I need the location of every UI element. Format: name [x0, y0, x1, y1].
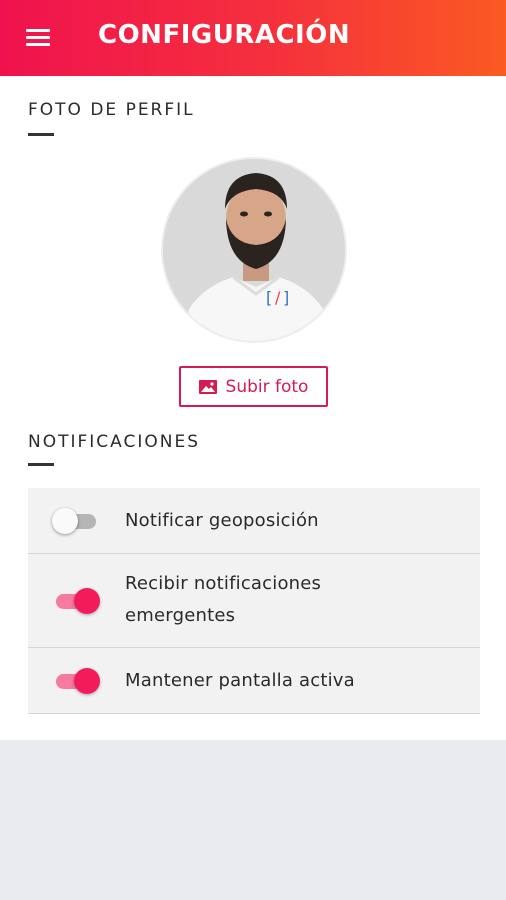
settings-content: FOTO DE PERFIL [ / ] Subir foto NOTIFICA… [0, 76, 506, 740]
upload-button-label: Subir foto [225, 376, 309, 397]
svg-text:[: [ [266, 288, 272, 307]
section-underline [28, 133, 54, 136]
profile-avatar: [ / ] [161, 157, 347, 343]
upload-photo-button[interactable]: Subir foto [179, 366, 328, 407]
toggle-popup-notifications[interactable] [52, 588, 100, 614]
image-icon [198, 379, 217, 394]
setting-label: Notificar geoposición [125, 510, 319, 531]
setting-row-keep-screen-on: Mantener pantalla activa [28, 648, 480, 714]
setting-row-geoposition: Notificar geoposición [28, 488, 480, 554]
setting-label: Recibir notificaciones emergentes [125, 573, 322, 626]
svg-text:]: ] [283, 288, 289, 307]
notifications-section-title: NOTIFICACIONES [28, 432, 201, 452]
setting-label: Mantener pantalla activa [125, 670, 355, 691]
svg-text:/: / [275, 288, 281, 307]
page-title: CONFIGURACIÓN [98, 20, 351, 50]
profile-photo-image: [ / ] [163, 159, 345, 341]
notifications-list: Notificar geoposición Recibir notificaci… [28, 488, 480, 714]
section-underline [28, 463, 54, 466]
app-bar: CONFIGURACIÓN [0, 0, 506, 76]
menu-icon[interactable] [26, 29, 50, 47]
setting-row-popup-notifications: Recibir notificaciones emergentes [28, 554, 480, 648]
toggle-geoposition[interactable] [52, 508, 100, 534]
toggle-keep-screen-on[interactable] [52, 668, 100, 694]
profile-section-title: FOTO DE PERFIL [28, 100, 195, 120]
